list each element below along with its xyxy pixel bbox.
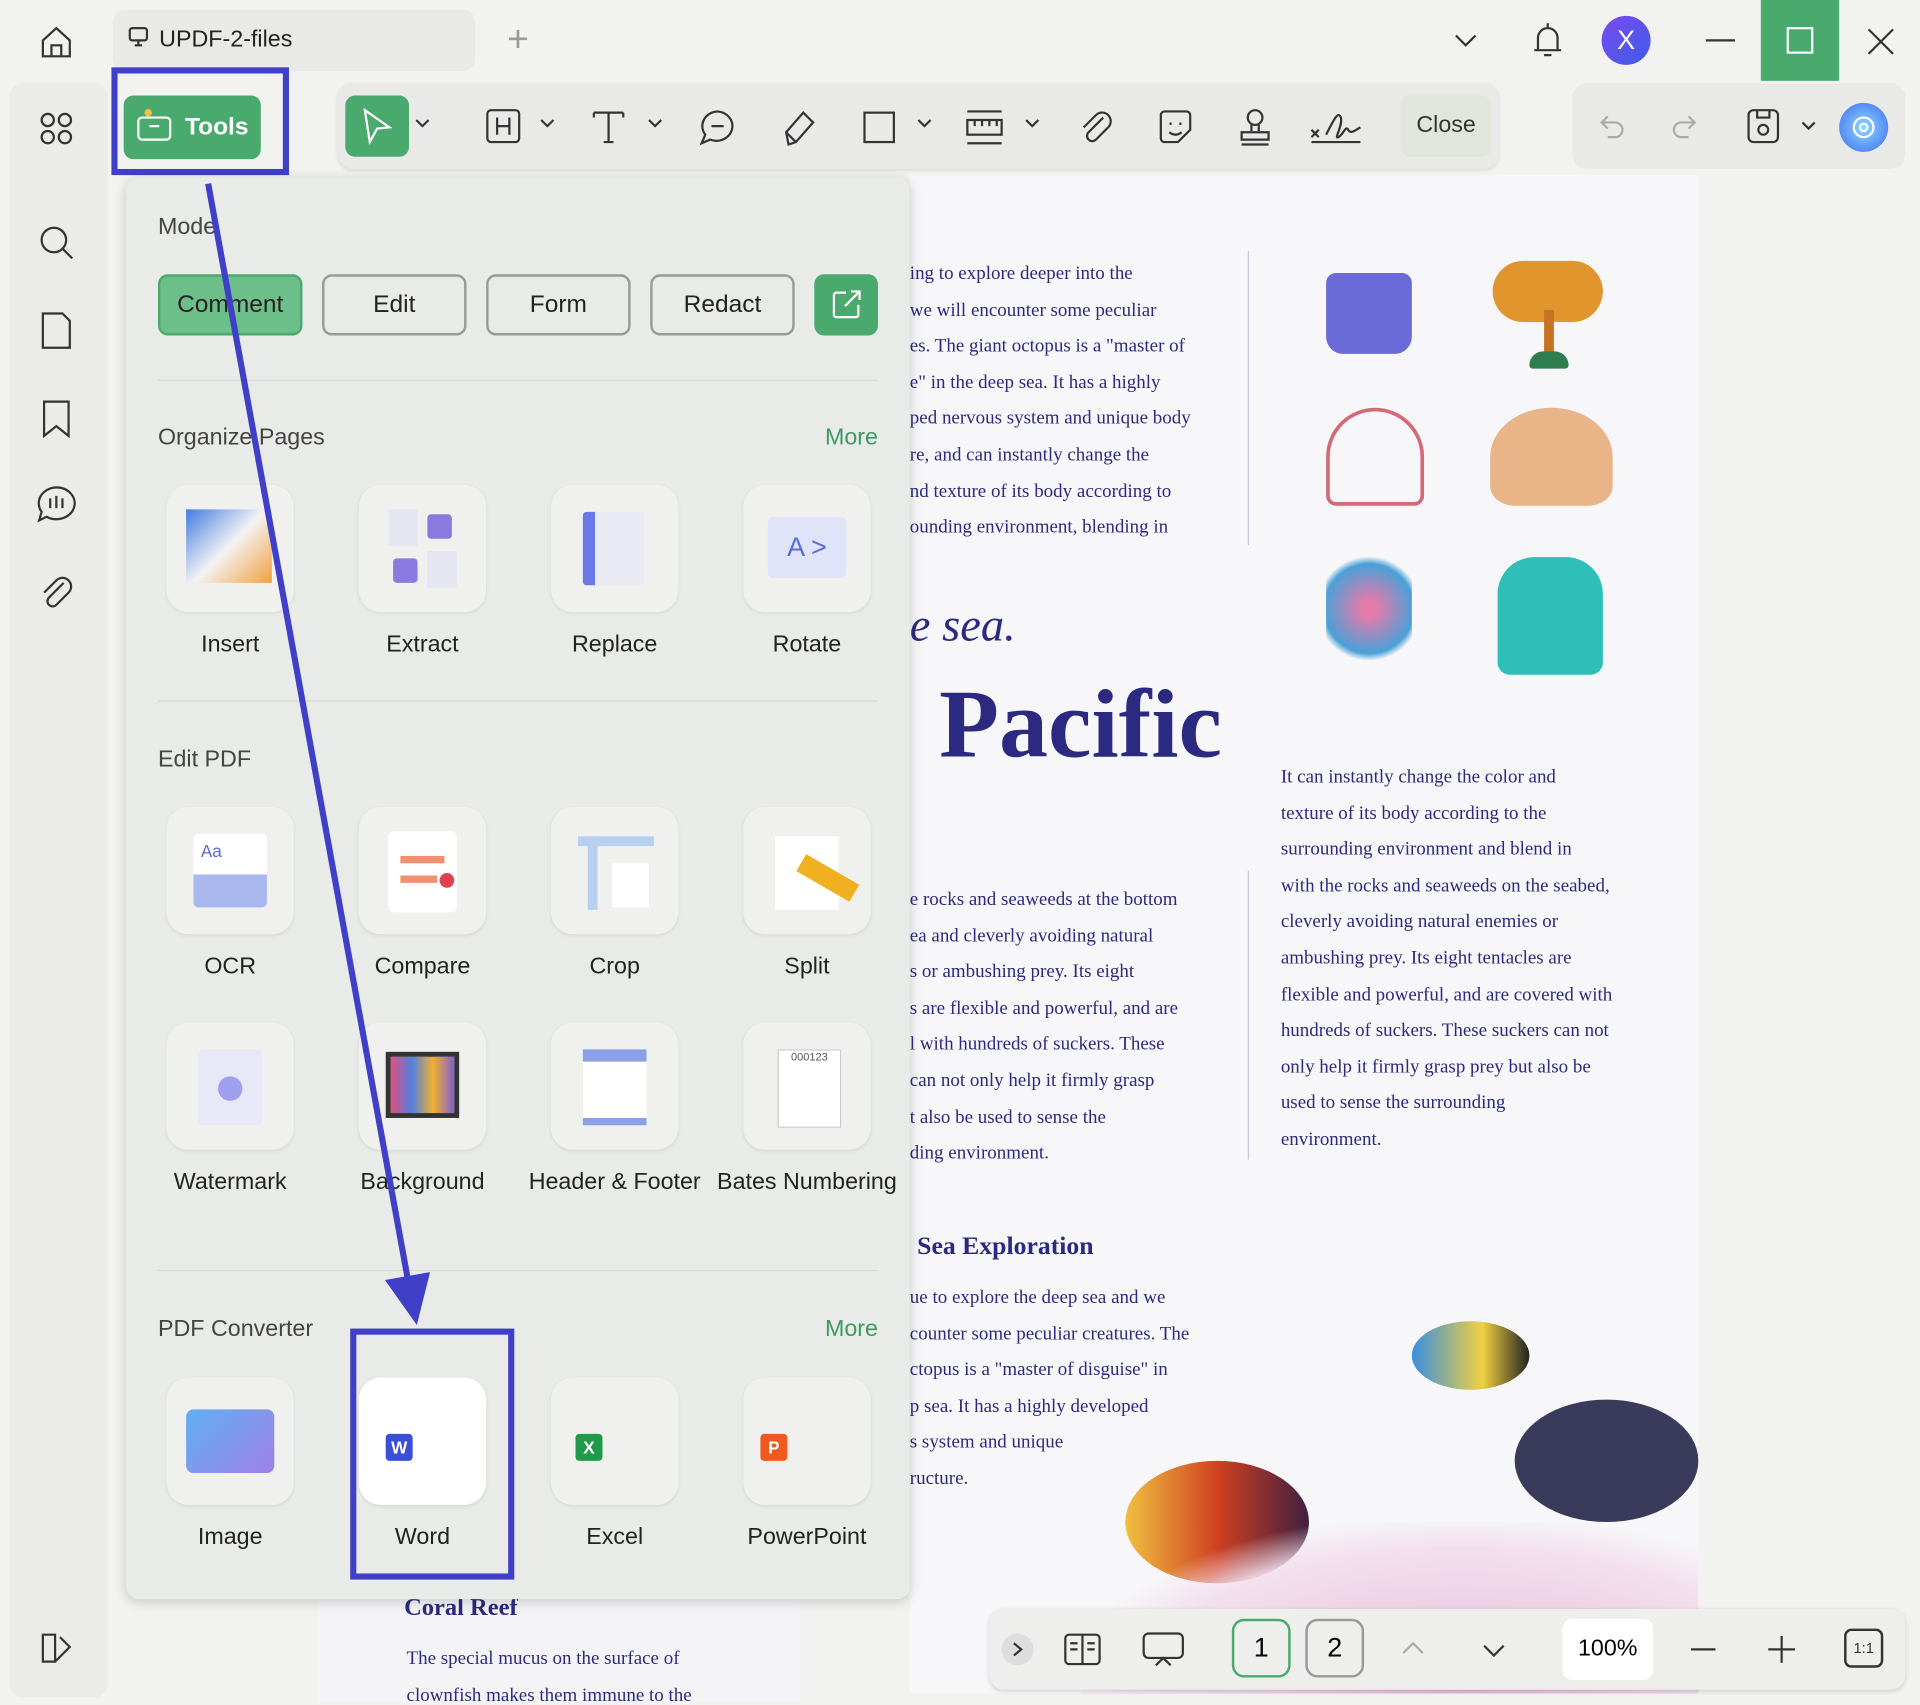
annotation-arrow — [0, 0, 1920, 1704]
page-navigation-bar: 1 2 100% 1:1 — [989, 1609, 1905, 1690]
page-1-button[interactable]: 1 — [1232, 1619, 1291, 1678]
chevron-right-icon[interactable] — [1002, 1633, 1034, 1665]
presentation-icon[interactable] — [1139, 1629, 1188, 1671]
previous-page-icon[interactable] — [1398, 1636, 1427, 1660]
page-layout-icon[interactable] — [1060, 1629, 1104, 1671]
next-page-icon[interactable] — [1479, 1638, 1508, 1662]
zoom-in-icon[interactable] — [1766, 1633, 1798, 1665]
actual-size-button[interactable]: 1:1 — [1844, 1629, 1883, 1668]
zoom-out-icon[interactable] — [1687, 1633, 1719, 1665]
page-2-button[interactable]: 2 — [1305, 1619, 1364, 1678]
zoom-level-field[interactable]: 100% — [1562, 1619, 1653, 1680]
